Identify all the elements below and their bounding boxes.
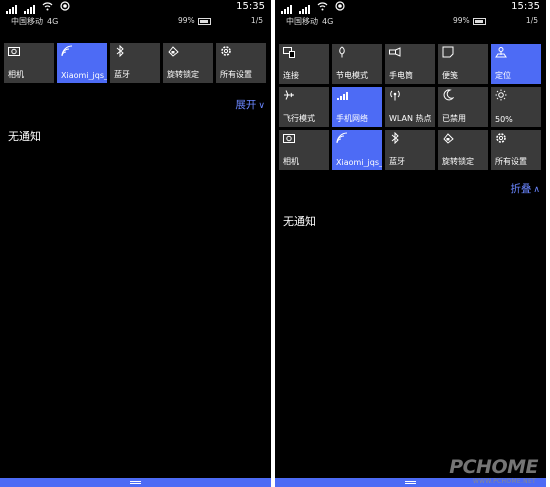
tile-camera[interactable]: 相机	[4, 43, 54, 83]
tile-camera[interactable]: 相机	[279, 130, 329, 170]
tile-wlan-hotspot[interactable]: WLAN 热点	[385, 87, 435, 127]
tile-quiet-hours[interactable]: 已禁用	[438, 87, 488, 127]
tile-wifi[interactable]: Xiaomi_jqs_5G	[332, 130, 382, 170]
rotation-lock-icon	[167, 45, 180, 58]
gear-icon	[495, 132, 508, 145]
watermark-logo: PCHOME	[449, 456, 538, 478]
no-notifications-text: 无通知	[8, 130, 41, 143]
clock: 15:35	[511, 1, 540, 12]
no-notifications-text: 无通知	[283, 215, 316, 228]
battery-icon	[473, 18, 486, 25]
status-bar: 15:35 中国移动 4G 99% 1/5	[275, 0, 546, 30]
battery-percent: 99%	[178, 16, 195, 25]
location-status-icon	[335, 1, 345, 14]
tile-all-settings[interactable]: 所有设置	[216, 43, 266, 83]
hotspot-icon	[389, 89, 402, 102]
connect-icon	[283, 46, 296, 59]
tile-cellular[interactable]: 手机网络	[332, 87, 382, 127]
rotation-lock-icon	[442, 132, 455, 145]
tile-all-settings[interactable]: 所有设置	[491, 130, 541, 170]
carrier: 中国移动 4G	[11, 17, 59, 26]
bluetooth-icon	[389, 132, 402, 145]
quick-actions-grid: 相机 Xiaomi_jqs_5G 蓝牙 旋转锁定 所有设置	[4, 43, 266, 83]
chevron-down-icon: ∨	[258, 101, 265, 111]
tile-airplane-mode[interactable]: 飞行模式	[279, 87, 329, 127]
signal-icon	[281, 4, 292, 14]
signal-icon-2	[299, 4, 310, 14]
camera-icon	[283, 132, 296, 145]
wifi-status-icon	[317, 1, 328, 14]
tile-bluetooth[interactable]: 蓝牙	[385, 130, 435, 170]
camera-icon	[8, 45, 21, 58]
quick-actions-grid: 连接 节电模式 手电筒 便笺 定位 飞行模式 手机网络 WLAN 热点 已禁用 …	[279, 44, 541, 170]
signal-icon	[6, 4, 17, 14]
wifi-icon	[336, 132, 349, 145]
phone-screen-expanded: 15:35 中国移动 4G 99% 1/5 连接 节电模式 手电筒 便笺 定位 飞…	[275, 0, 546, 487]
tile-battery-saver[interactable]: 节电模式	[332, 44, 382, 84]
status-bar: 15:35 中国移动 4G 99% 1/5	[0, 0, 271, 30]
flashlight-icon	[389, 46, 402, 59]
battery-percent: 99%	[453, 16, 470, 25]
airplane-icon	[283, 89, 296, 102]
tile-location[interactable]: 定位	[491, 44, 541, 84]
location-status-icon	[60, 1, 70, 14]
battery-saver-icon	[336, 46, 349, 59]
tile-flashlight[interactable]: 手电筒	[385, 44, 435, 84]
tile-connect[interactable]: 连接	[279, 44, 329, 84]
moon-icon	[442, 89, 455, 102]
bluetooth-icon	[114, 45, 127, 58]
brightness-icon	[495, 89, 508, 102]
tile-note[interactable]: 便笺	[438, 44, 488, 84]
collapse-button[interactable]: 折叠 ∧	[510, 181, 540, 196]
wifi-status-icon	[42, 1, 53, 14]
tile-bluetooth[interactable]: 蓝牙	[110, 43, 160, 83]
tile-rotation-lock[interactable]: 旋转锁定	[438, 130, 488, 170]
wifi-icon	[61, 45, 74, 58]
clock: 15:35	[236, 1, 265, 12]
signal-icon-2	[24, 4, 35, 14]
tile-wifi[interactable]: Xiaomi_jqs_5G	[57, 43, 107, 83]
tile-rotation-lock[interactable]: 旋转锁定	[163, 43, 213, 83]
page-indicator: 1/5	[525, 16, 538, 25]
battery-icon	[198, 18, 211, 25]
carrier: 中国移动 4G	[286, 17, 334, 26]
expand-button[interactable]: 展开 ∨	[235, 97, 265, 112]
chevron-up-icon: ∧	[533, 185, 540, 195]
note-icon	[442, 46, 455, 59]
gear-icon	[220, 45, 233, 58]
cellular-icon	[336, 89, 349, 102]
drag-handle[interactable]	[0, 478, 271, 487]
tile-brightness[interactable]: 50%	[491, 87, 541, 127]
watermark-site: WWW.PCHOME.NET	[472, 478, 536, 485]
page-indicator: 1/5	[250, 16, 263, 25]
location-icon	[495, 46, 508, 59]
phone-screen-collapsed: 15:35 中国移动4G 99% 1/5 相机 Xiaomi_jqs_5G 蓝牙…	[0, 0, 271, 487]
